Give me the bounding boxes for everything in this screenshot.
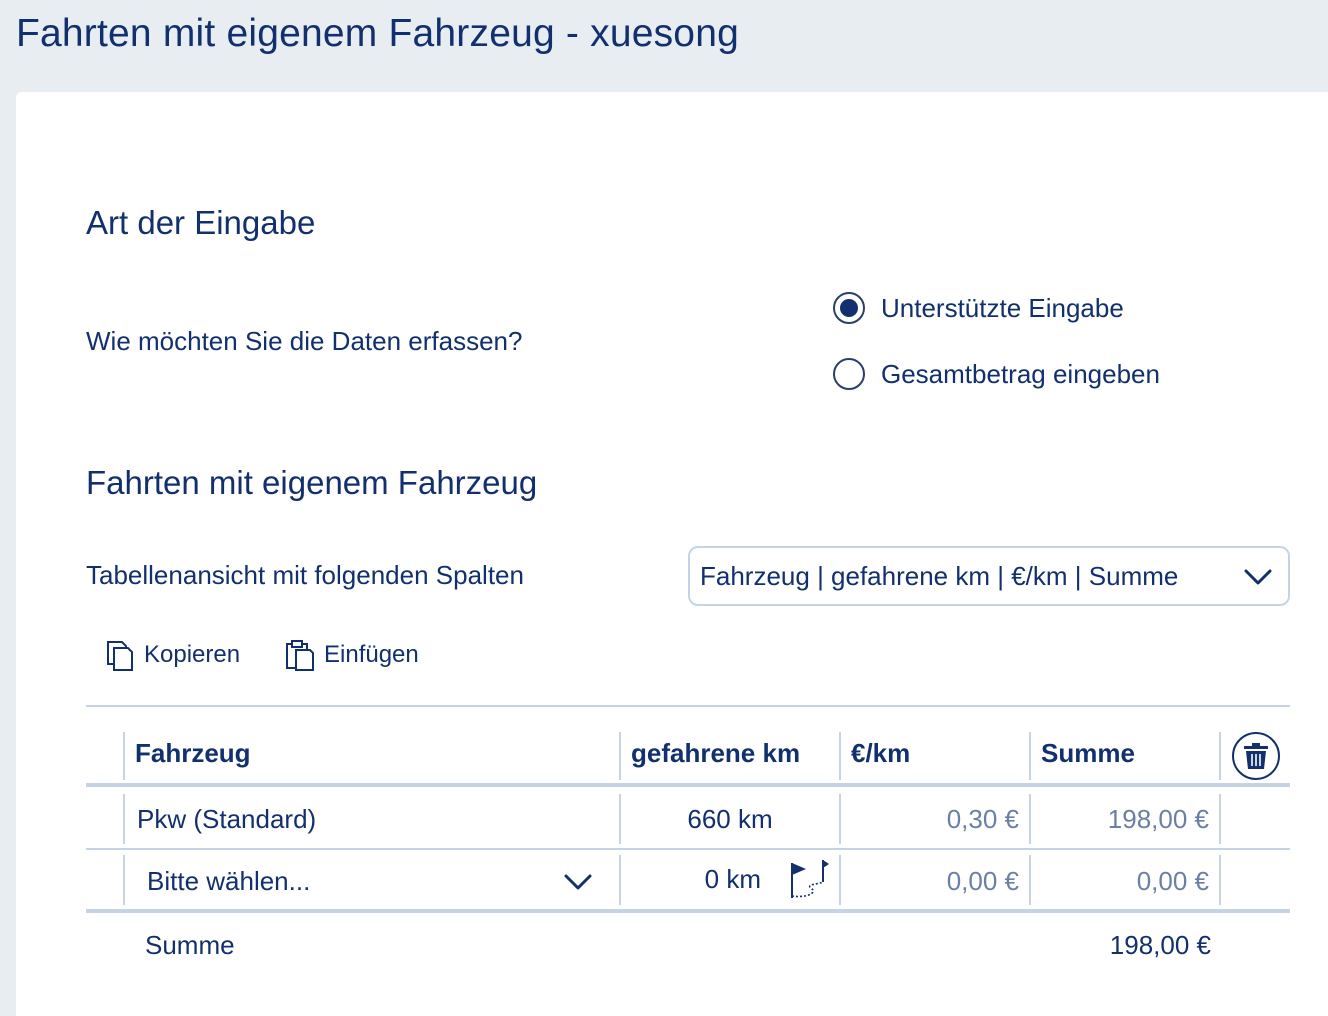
- column-divider: [1219, 855, 1221, 905]
- input-question-label: Wie möchten Sie die Daten erfassen?: [86, 326, 523, 356]
- row-1-km[interactable]: 660 km: [621, 804, 839, 835]
- table-view-select-value: Fahrzeug | gefahrene km | €/km | Summe: [700, 560, 1179, 591]
- main-card: Art der Eingabe Wie möchten Sie die Date…: [16, 92, 1328, 1016]
- column-divider: [1219, 732, 1221, 780]
- section-title-trips: Fahrten mit eigenem Fahrzeug: [86, 464, 538, 501]
- table-top-border: [86, 705, 1290, 707]
- row-1-sum: 198,00 €: [1107, 804, 1209, 834]
- table-view-select[interactable]: Fahrzeug | gefahrene km | €/km | Summe: [688, 546, 1290, 606]
- chevron-down-icon[interactable]: [563, 870, 593, 894]
- column-divider: [123, 794, 125, 844]
- copy-button-label: Kopieren: [144, 641, 241, 668]
- table-row-divider: [86, 848, 1290, 850]
- column-divider: [123, 855, 125, 905]
- column-divider: [619, 732, 621, 780]
- route-flag-icon[interactable]: [789, 858, 829, 900]
- column-divider: [839, 732, 841, 780]
- copy-icon: [107, 641, 133, 671]
- table-view-label: Tabellenansicht mit folgenden Spalten: [86, 560, 524, 590]
- radio-supported-input[interactable]: Unterstützte Eingabe: [833, 292, 1124, 324]
- radio-icon[interactable]: [833, 358, 865, 390]
- row-1-vehicle[interactable]: Pkw (Standard): [137, 804, 316, 835]
- column-divider: [1219, 794, 1221, 844]
- chevron-down-icon: [1244, 569, 1272, 585]
- table-header-border: [86, 783, 1290, 787]
- row-2-sum: 0,00 €: [1136, 866, 1209, 896]
- paste-button-label: Einfügen: [324, 641, 419, 668]
- row-2-vehicle-select[interactable]: Bitte wählen...: [147, 866, 310, 897]
- radio-total-amount[interactable]: Gesamtbetrag eingeben: [833, 358, 1160, 390]
- radio-selected-dot: [840, 299, 858, 317]
- column-divider: [123, 732, 125, 780]
- radio-icon[interactable]: [833, 292, 865, 324]
- table-footer-label: Summe: [145, 930, 235, 960]
- column-header-km[interactable]: gefahrene km: [631, 738, 800, 769]
- column-divider: [1029, 732, 1031, 780]
- table-body-border: [86, 909, 1290, 913]
- column-header-rate[interactable]: €/km: [851, 738, 910, 769]
- row-2-km[interactable]: 0 km: [621, 864, 761, 895]
- paste-icon: [286, 640, 314, 671]
- copy-button[interactable]: Kopieren: [104, 638, 240, 672]
- delete-all-button[interactable]: [1232, 732, 1280, 780]
- section-title-input: Art der Eingabe: [86, 204, 316, 241]
- trash-icon: [1244, 743, 1268, 769]
- radio-supported-input-label: Unterstützte Eingabe: [881, 292, 1124, 323]
- paste-button[interactable]: Einfügen: [284, 638, 419, 672]
- radio-total-amount-label: Gesamtbetrag eingeben: [881, 358, 1160, 389]
- column-header-vehicle[interactable]: Fahrzeug: [135, 738, 251, 769]
- window-title: Fahrten mit eigenem Fahrzeug - xuesong: [16, 12, 739, 55]
- row-2-rate: 0,00 €: [946, 866, 1019, 896]
- row-1-rate: 0,30 €: [946, 804, 1019, 834]
- column-header-sum[interactable]: Summe: [1041, 738, 1135, 769]
- table-footer-total: 198,00 €: [1109, 930, 1211, 960]
